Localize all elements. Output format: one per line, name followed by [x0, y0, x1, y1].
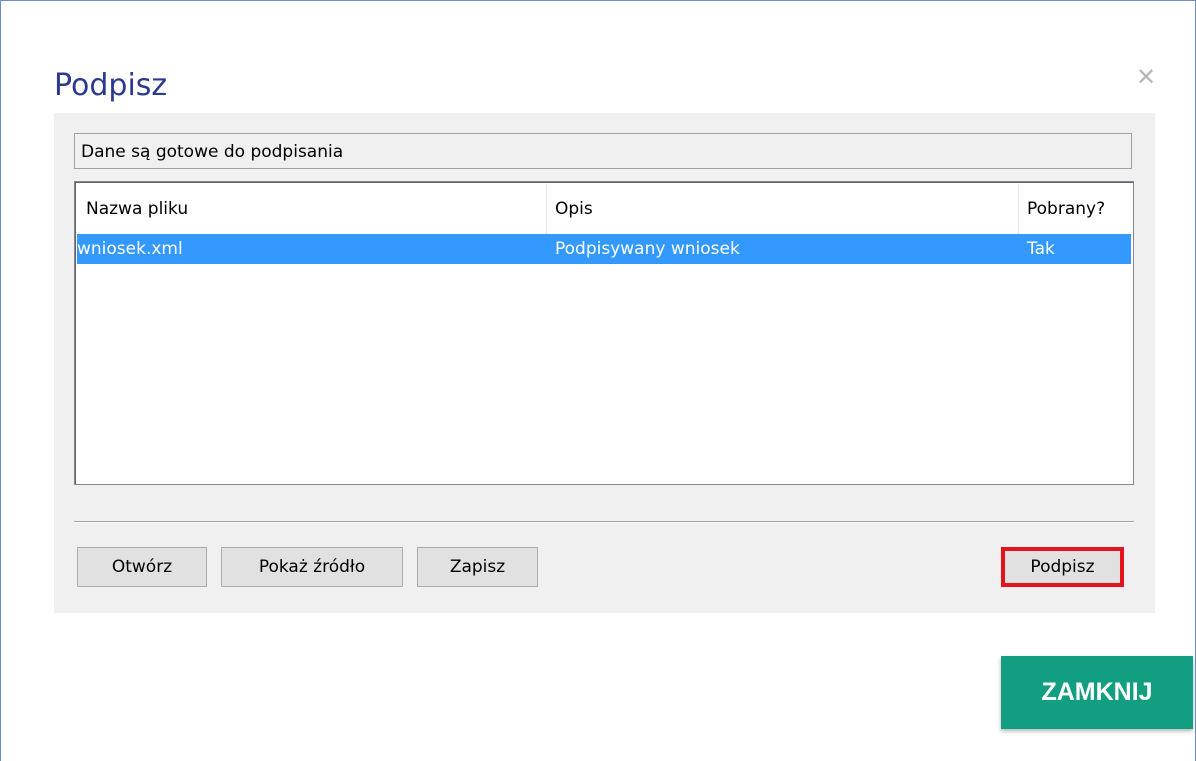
cell-filename: wniosek.xml: [77, 239, 183, 259]
show-source-button[interactable]: Pokaż źródło: [221, 547, 403, 587]
list-header: Nazwa pliku Opis Pobrany?: [77, 184, 1131, 234]
column-header-downloaded[interactable]: Pobrany?: [1019, 184, 1131, 234]
sign-panel: Dane są gotowe do podpisania Nazwa pliku…: [54, 113, 1155, 613]
close-icon[interactable]: ✕: [1134, 65, 1158, 89]
file-list[interactable]: Nazwa pliku Opis Pobrany? wniosek.xml Po…: [74, 181, 1134, 485]
save-button[interactable]: Zapisz: [417, 547, 538, 587]
list-row-selected[interactable]: wniosek.xml Podpisywany wniosek Tak: [77, 234, 1131, 264]
sign-button[interactable]: Podpisz: [1001, 547, 1124, 587]
column-header-description[interactable]: Opis: [547, 184, 1019, 234]
column-header-filename[interactable]: Nazwa pliku: [77, 184, 547, 234]
status-text: Dane są gotowe do podpisania: [74, 133, 1132, 169]
divider: [74, 521, 1134, 523]
open-button[interactable]: Otwórz: [77, 547, 207, 587]
dialog-title: Podpisz: [54, 68, 168, 103]
cell-downloaded: Tak: [1027, 239, 1055, 259]
close-dialog-button[interactable]: ZAMKNIJ: [1001, 656, 1193, 729]
cell-description: Podpisywany wniosek: [555, 239, 740, 259]
